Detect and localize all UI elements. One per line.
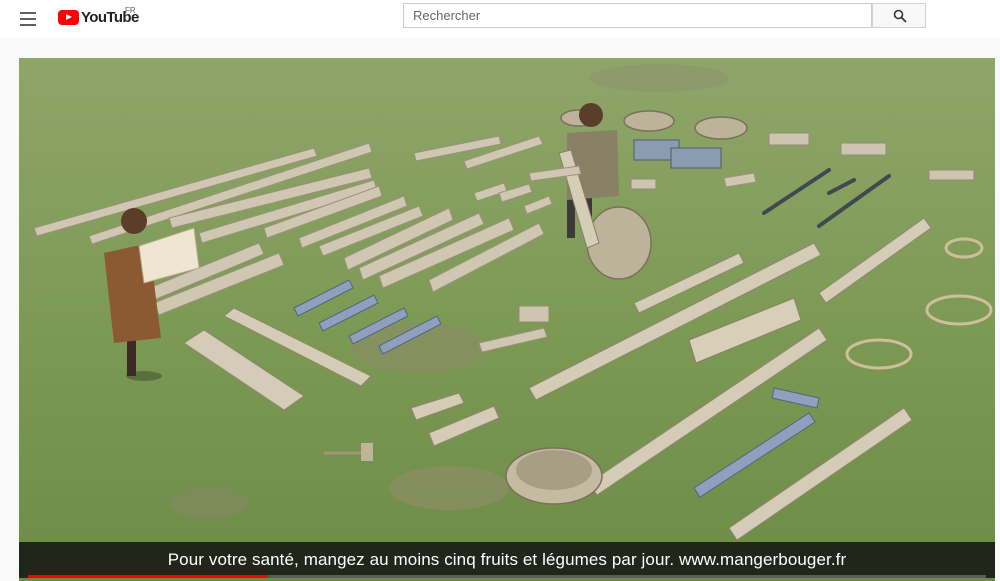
caption-bar: Pour votre santé, mangez au moins cinq f…	[19, 542, 995, 578]
video-frame	[19, 58, 995, 581]
video-player[interactable]: Pour votre santé, mangez au moins cinq f…	[19, 58, 995, 581]
search-icon	[893, 9, 907, 23]
caption-text: Pour votre santé, mangez au moins cinq f…	[167, 550, 847, 569]
search-button[interactable]	[872, 3, 926, 28]
search-input[interactable]	[403, 3, 872, 28]
menu-icon[interactable]	[18, 9, 40, 29]
masthead: YouTube FR	[0, 0, 1000, 38]
progress-bar[interactable]	[28, 575, 986, 578]
youtube-logo-icon	[58, 9, 79, 25]
region-code: FR	[125, 6, 136, 15]
progress-fill	[28, 575, 268, 578]
